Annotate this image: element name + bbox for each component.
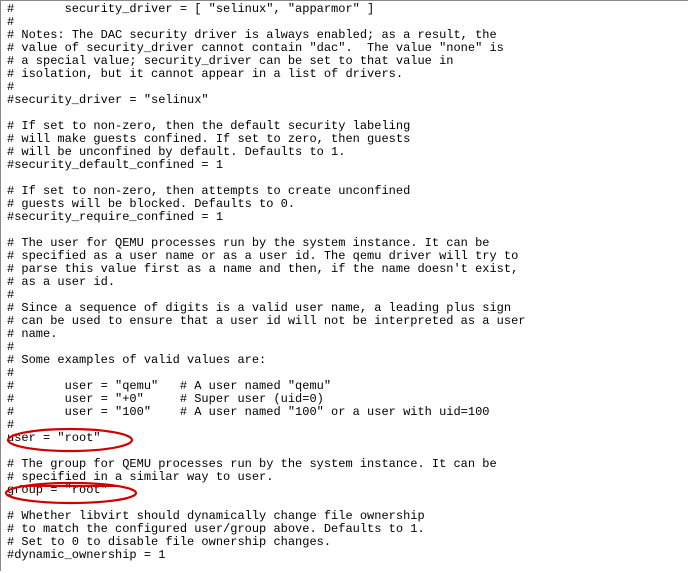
config-file-text: # security_driver = [ "selinux", "apparm…: [1, 1, 688, 562]
editor-viewport: # security_driver = [ "selinux", "apparm…: [0, 0, 688, 571]
